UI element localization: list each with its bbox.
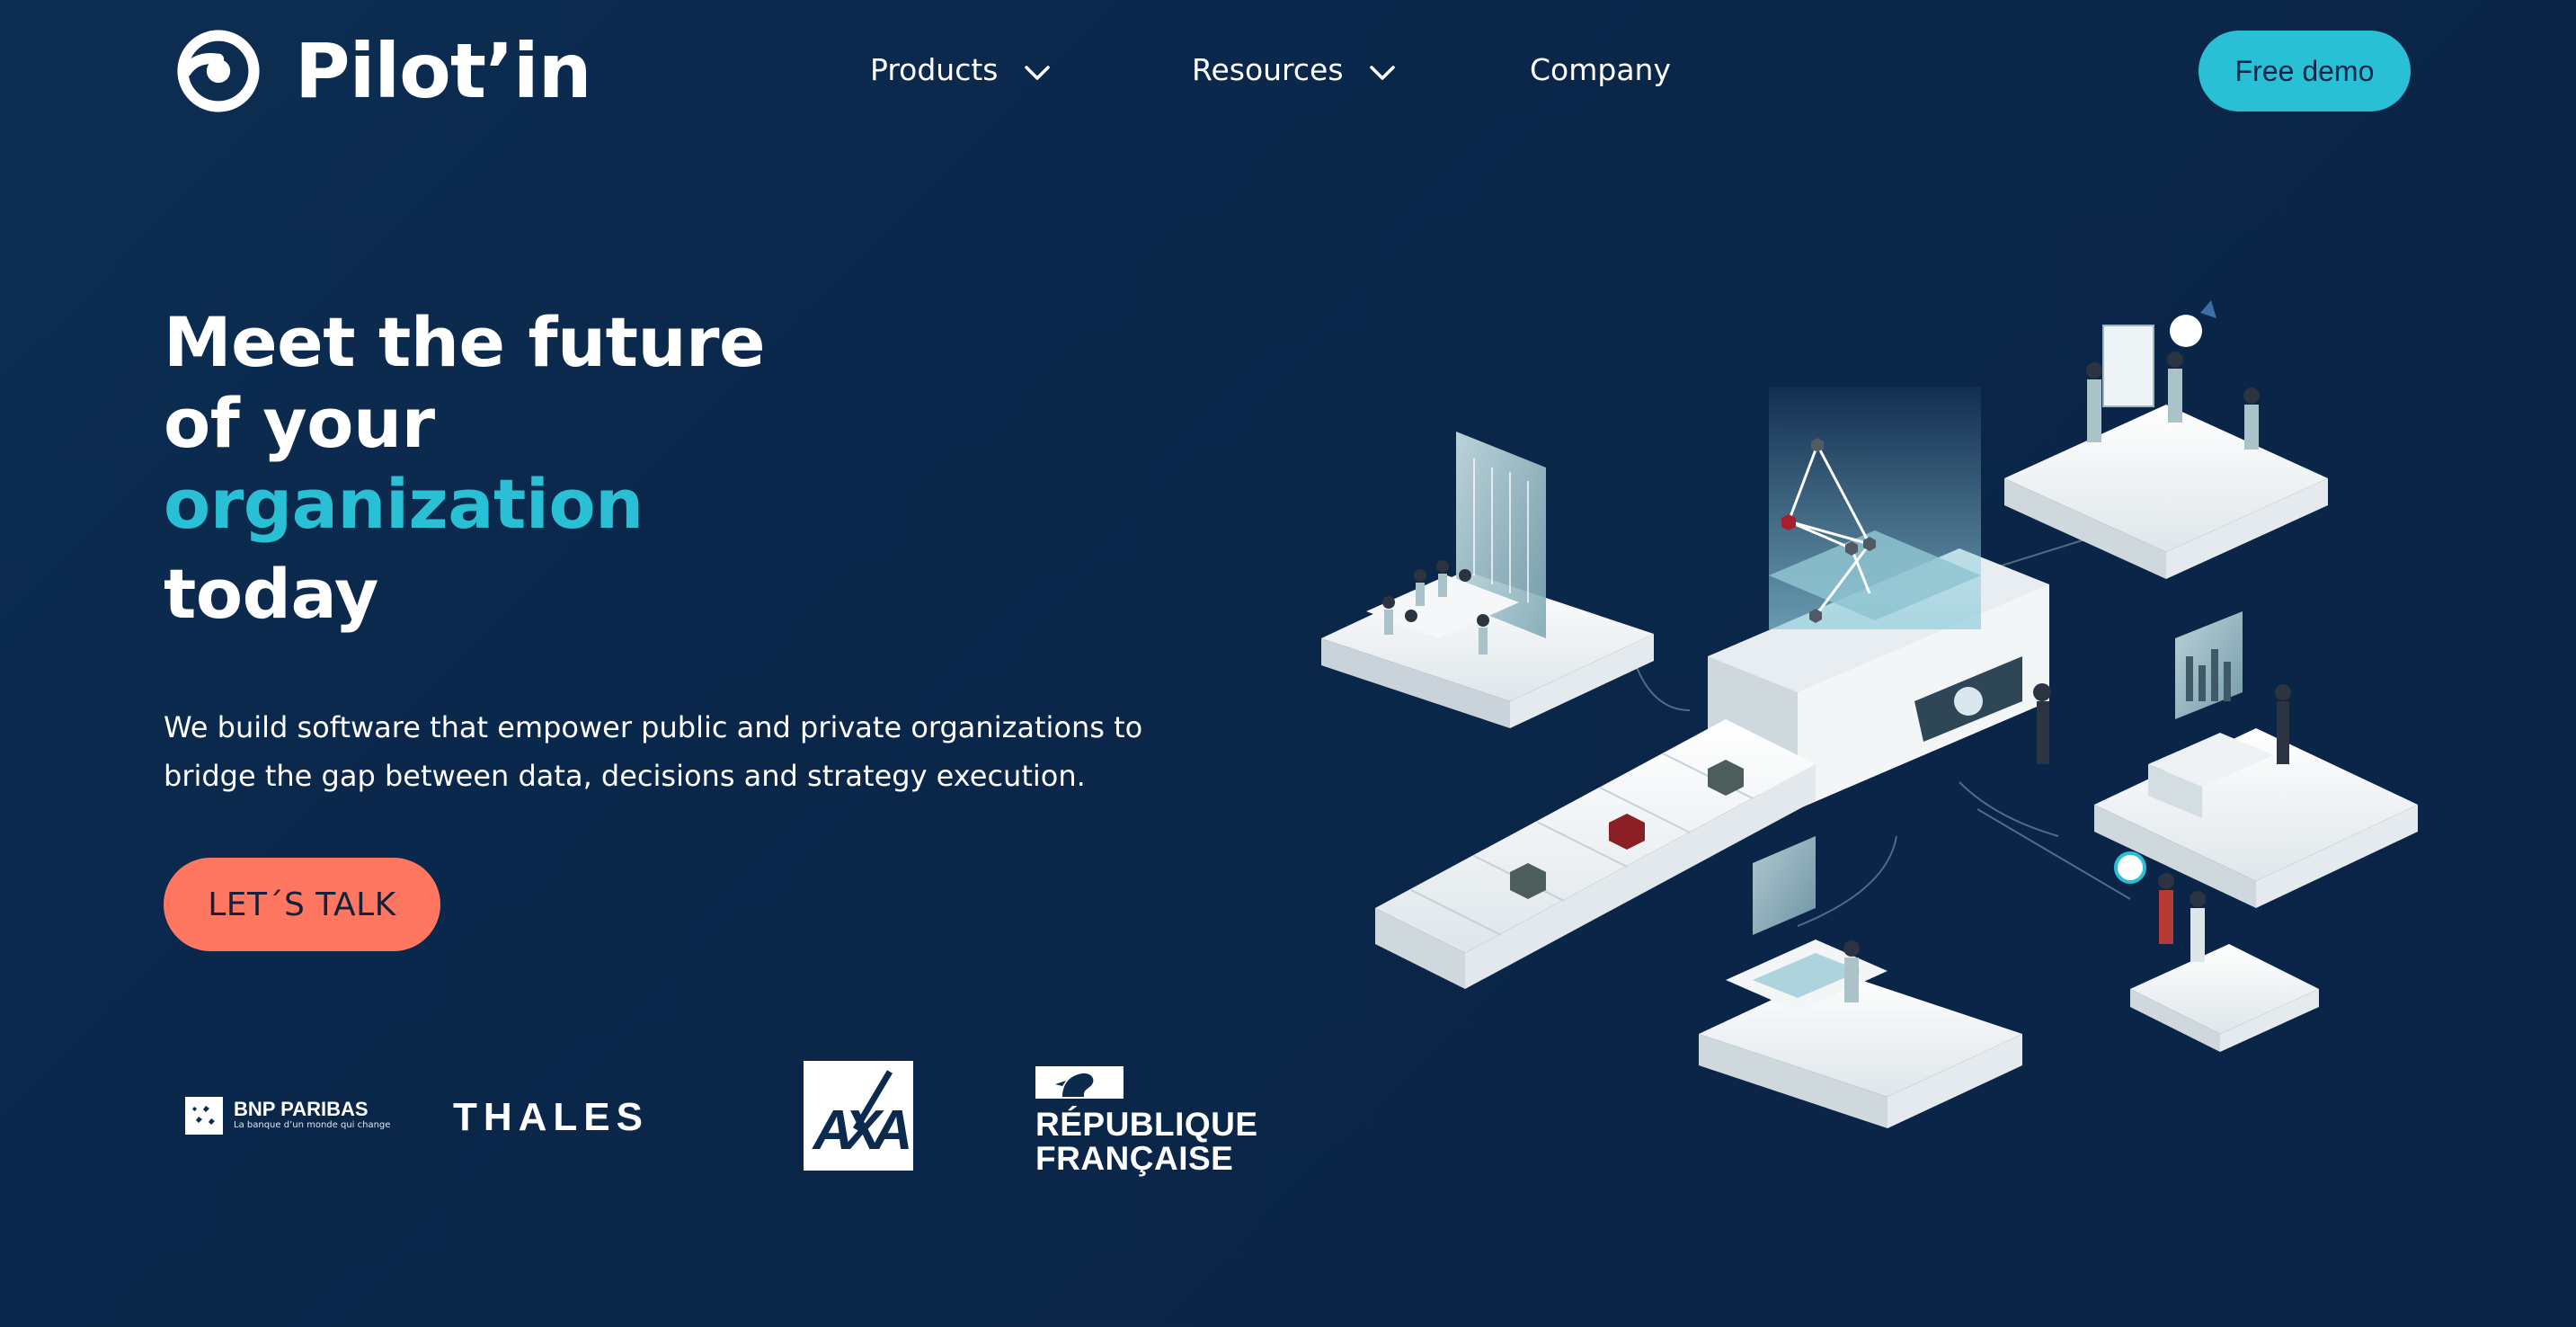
axa-logo: AXA	[804, 1061, 913, 1171]
rf-line1: RÉPUBLIQUE	[1035, 1106, 1258, 1143]
free-demo-button[interactable]: Free demo	[2198, 31, 2411, 111]
hero-title-accent: organization	[164, 464, 644, 544]
hero-title-line: of your	[164, 383, 435, 463]
rf-line2: FRANÇAISE	[1035, 1140, 1234, 1177]
hero-subtitle: We build software that empower public an…	[164, 703, 1152, 800]
brand-name: Pilot’in	[295, 27, 592, 115]
chevron-down-icon	[1024, 65, 1050, 80]
brand-logo[interactable]: Pilot’in	[176, 27, 592, 115]
hero-illustration	[1321, 300, 2418, 1128]
hero-title-line: today	[164, 554, 378, 634]
hero-subtitle-line: We build software that empower public an…	[164, 710, 1143, 744]
hero-subtitle-line: bridge the gap between data, decisions a…	[164, 759, 1086, 793]
marianne-icon	[1035, 1066, 1124, 1099]
meeting-room-tile	[1321, 432, 1654, 728]
nav-item-products[interactable]: Products	[870, 52, 1051, 87]
bnp-tagline: La banque d’un monde qui change	[234, 1120, 391, 1130]
nav-item-label: Products	[870, 52, 999, 87]
pilotin-logo-icon	[177, 30, 260, 112]
site-header: Pilot’in Products Resources Company Free…	[0, 0, 2576, 144]
nav-item-label: Company	[1530, 52, 1671, 87]
bnp-stars-icon	[185, 1097, 223, 1135]
republique-francaise-logo: RÉPUBLIQUE FRANÇAISE	[1035, 1066, 1258, 1176]
thales-logo: THALES	[453, 1095, 649, 1139]
bnp-name: BNP PARIBAS	[234, 1098, 369, 1120]
team-tile-top-right	[2004, 300, 2328, 579]
axa-mark-icon: AXA	[804, 1061, 913, 1171]
axa-name: AXA	[812, 1100, 910, 1162]
nav-item-resources[interactable]: Resources	[1192, 52, 1396, 87]
conveyor-belt	[1375, 719, 1816, 989]
hero-title: Meet the future of your organization tod…	[164, 302, 766, 635]
hero-title-line: Meet the future	[164, 302, 766, 382]
bnp-paribas-logo: BNP PARIBAS La banque d’un monde qui cha…	[185, 1097, 390, 1135]
bnp-text: BNP PARIBAS La banque d’un monde qui cha…	[234, 1100, 390, 1132]
lets-talk-button[interactable]: LET´S TALK	[164, 858, 440, 951]
chevron-down-icon	[1369, 65, 1395, 80]
nav-item-label: Resources	[1192, 52, 1344, 87]
desk-tile-bottom	[1699, 836, 2022, 1128]
nav-item-company[interactable]: Company	[1530, 52, 1671, 87]
